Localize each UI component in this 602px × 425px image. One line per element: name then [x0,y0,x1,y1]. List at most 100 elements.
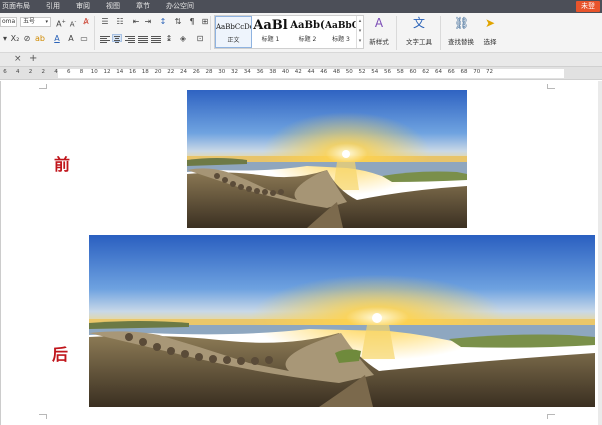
style-heading-2[interactable]: AaBb( 标题 2 [289,16,326,48]
ruler-number: 62 [422,69,430,75]
margin-mark [547,84,555,89]
margin-mark [547,414,555,419]
login-button[interactable]: 未登 [576,1,600,12]
decrease-indent-icon[interactable]: ⇤ [131,17,141,27]
menu-review[interactable]: 审阅 [68,0,98,13]
menu-office-space[interactable]: 办公空间 [158,0,202,13]
subscript-icon[interactable]: X₂ [10,34,20,44]
close-icon[interactable]: × [14,54,22,64]
justify-icon[interactable] [138,36,148,44]
ruler-number: 56 [384,69,391,75]
ruler-number: 20 [154,69,162,75]
styles-scroll[interactable]: ▴ ▾ ▾ [356,16,363,48]
margin-mark [39,84,47,89]
ruler-number: 30 [218,69,226,75]
margin-mark [39,414,47,419]
align-right-icon[interactable] [125,36,135,44]
style-name: 正文 [227,37,240,44]
menu-bar: 页面布局 引用 审阅 视图 章节 办公空间 未登 [0,0,602,13]
text-direction-icon[interactable]: ↕ [158,17,168,27]
font-name-select[interactable]: oma [0,17,17,27]
ribbon-separator [210,16,211,50]
style-heading-1[interactable]: AaBl 标题 1 [252,16,289,48]
new-style-label: 新样式 [369,38,389,46]
distribute-icon[interactable] [151,36,161,44]
align-left-icon[interactable] [100,36,110,44]
shrink-font-icon[interactable]: A- [68,17,78,28]
chevron-down-icon: ▾ [45,19,48,25]
ruler-number: 24 [180,69,187,75]
ruler-number: 10 [90,69,98,75]
menu-view[interactable]: 视图 [98,0,128,13]
panorama-photo-after[interactable] [89,235,595,407]
table-icon[interactable]: ⊞ [200,17,210,27]
label-after: 后 [52,345,69,364]
text-tools-button[interactable]: 文 文字工具 [402,16,436,46]
ruler-number: 14 [116,69,124,75]
menu-page-layout[interactable]: 页面布局 [0,0,38,13]
bullet-list-icon[interactable]: ☰ [100,17,110,27]
highlight-icon[interactable]: ab [35,34,45,44]
font-size-value: 五号 [23,18,36,25]
ruler-number: 26 [192,69,200,75]
ruler-number: 72 [486,69,493,75]
horizontal-ruler[interactable]: 6 4 2 2 4 6 8 10 12 14 16 18 20 22 24 26 28 30 32 34 36 38 40 4… [0,67,602,80]
style-name: 标题 2 [298,36,317,43]
ruler-number: 58 [396,69,404,75]
ruler-number: 40 [282,69,289,75]
ruler-number: 64 [435,69,442,75]
ruler-number: 44 [307,69,315,75]
ruler-number: 16 [129,69,136,75]
cursor-icon: ➤ [484,16,496,30]
font-color-icon[interactable]: A [52,34,62,44]
ruler-number: 46 [320,69,328,75]
new-tab-icon[interactable]: + [29,53,37,64]
ruler-number: 18 [141,69,149,75]
style-preview: AaBb( [290,20,325,31]
ruler-number: 4 [16,69,20,75]
shading-icon[interactable]: ◈ [178,34,188,44]
ruler-number: 6 [3,69,7,75]
ruler-number: 4 [54,69,58,75]
chevron-icon[interactable]: ▾ [0,34,10,44]
border-icon[interactable]: ⊡ [195,34,205,44]
char-shading-icon[interactable]: A [66,34,76,44]
document-page[interactable]: 前 后 [0,81,602,425]
grow-font-icon[interactable]: A+ [56,17,66,29]
align-center-icon[interactable] [112,34,122,43]
increase-indent-icon[interactable]: ⇥ [143,17,153,27]
line-spacing-icon[interactable]: ↨ [164,34,174,44]
panorama-photo-before[interactable] [187,90,467,228]
numbered-list-icon[interactable]: ☷ [115,17,125,27]
ruler-number: 66 [447,69,455,75]
clear-format-icon[interactable]: A̷ [81,17,91,27]
new-style-icon: A [374,16,384,30]
clear-icon[interactable]: ⊘ [22,34,32,44]
find-replace-button[interactable]: ⛓ 查找替换 [444,16,478,46]
binoculars-icon: ⛓ [454,16,470,30]
menu-section[interactable]: 章节 [128,0,158,13]
style-preview: AaBl [253,18,288,33]
ruler-number: 32 [231,69,238,75]
char-border-icon[interactable]: ▭ [79,34,89,44]
sort-icon[interactable]: ⇅ [173,17,183,27]
ruler-number: 8 [79,69,84,75]
ribbon-toolbar: oma 五号 ▾ A+ A- A̷ ▾ X₂ ⊘ ab A A ▭ ☰ ☷ ⇤ … [0,13,602,53]
ruler-number: 54 [371,69,379,75]
styles-gallery: AaBbCcDd 正文 AaBl 标题 1 AaBb( 标题 2 AaBbC 标… [214,15,364,49]
ruler-number: 36 [256,69,264,75]
select-button[interactable]: ➤ 选择 [478,16,502,46]
ruler-number: 22 [167,69,175,75]
ruler-number: 2 [41,69,46,75]
menu-references[interactable]: 引用 [38,0,68,13]
vertical-scrollbar[interactable] [598,81,602,425]
style-heading-3[interactable]: AaBbC 标题 3 [325,16,357,48]
font-size-select[interactable]: 五号 ▾ [20,17,51,27]
ruler-number: 48 [333,69,340,75]
show-marks-icon[interactable]: ¶ [187,17,197,27]
ruler-number: 50 [345,69,353,75]
ruler-number: 34 [243,69,251,75]
ruler-number: 6 [67,69,71,75]
new-style-button[interactable]: A 新样式 [366,16,392,46]
style-normal[interactable]: AaBbCcDd 正文 [215,16,252,48]
